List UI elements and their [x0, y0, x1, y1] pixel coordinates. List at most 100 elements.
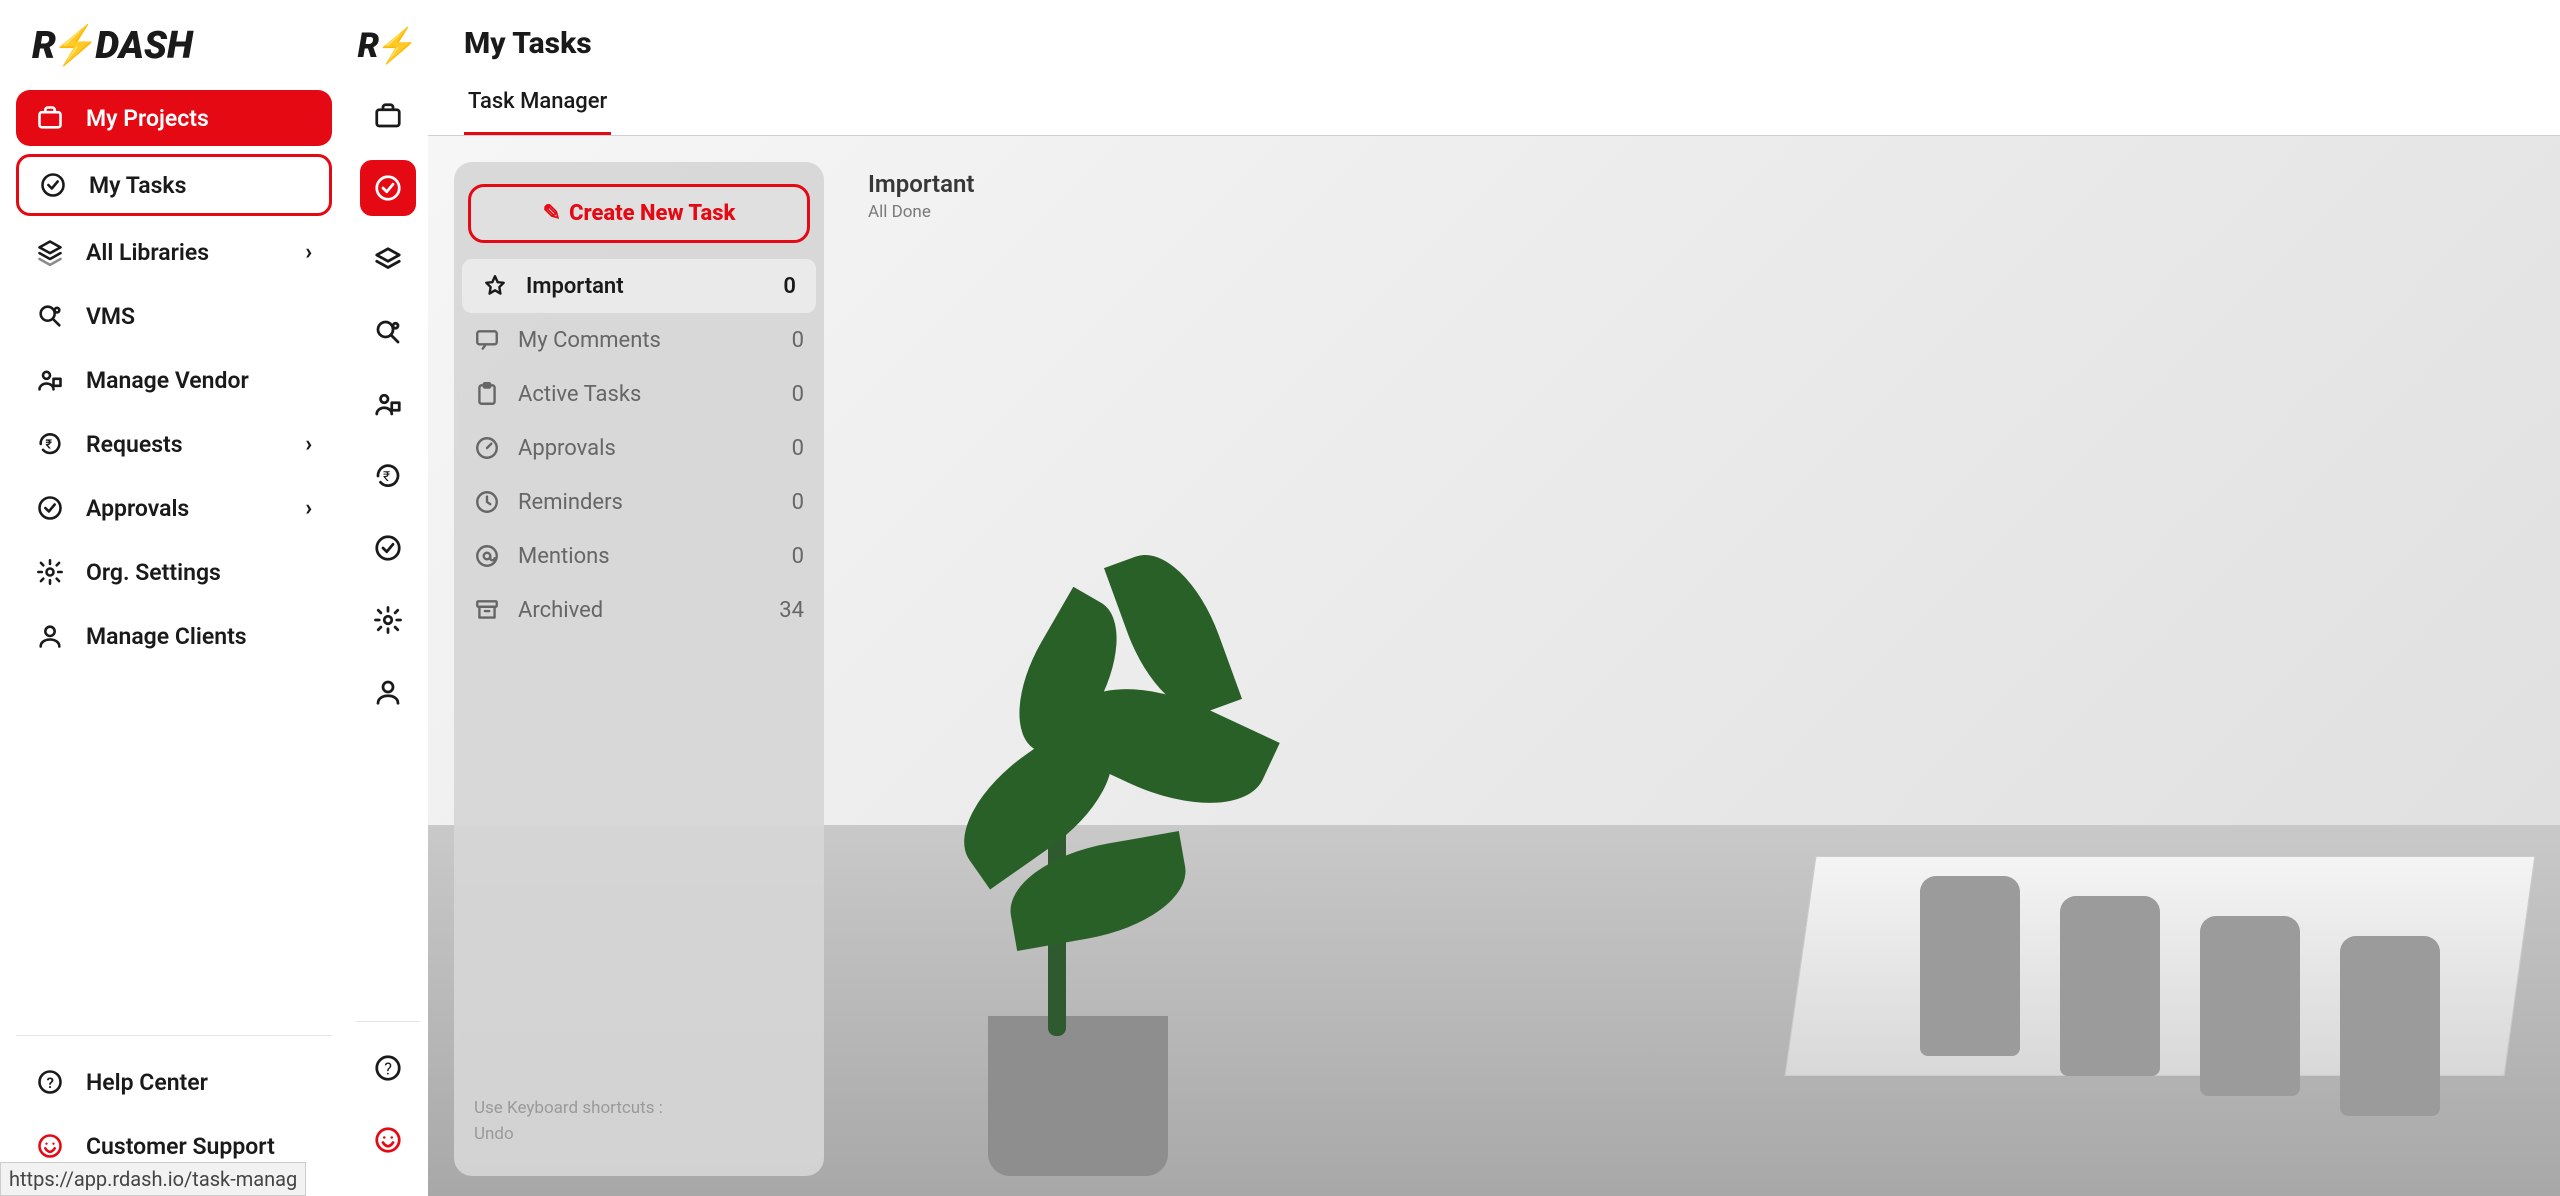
page-header: My Tasks	[428, 0, 2560, 71]
clipboard-icon	[474, 381, 500, 407]
layers-icon	[36, 238, 64, 266]
narrow-item-all-libraries[interactable]	[360, 232, 416, 288]
sidebar-item-org-settings[interactable]: Org. Settings	[16, 544, 332, 600]
support-icon	[36, 1132, 64, 1160]
vendor-icon	[36, 366, 64, 394]
category-count: 34	[779, 598, 804, 623]
nav-label: Requests	[86, 431, 183, 458]
gear-icon	[36, 558, 64, 586]
narrow-item-my-projects[interactable]	[360, 88, 416, 144]
nav-label: Help Center	[86, 1069, 208, 1096]
nav-label: Org. Settings	[86, 559, 221, 586]
category-count: 0	[792, 490, 804, 515]
sidebar-item-approvals[interactable]: Approvals ›	[16, 480, 332, 536]
page-title: My Tasks	[464, 26, 2524, 61]
important-title: Important	[868, 170, 1208, 198]
tab-task-manager[interactable]: Task Manager	[464, 71, 611, 135]
narrow-item-vms[interactable]	[360, 304, 416, 360]
category-my-comments[interactable]: My Comments 0	[454, 313, 824, 367]
category-count: 0	[792, 544, 804, 569]
sidebar-item-my-projects[interactable]: My Projects	[16, 90, 332, 146]
sidebar-item-all-libraries[interactable]: All Libraries ›	[16, 224, 332, 280]
comment-icon	[474, 327, 500, 353]
archive-icon	[474, 597, 500, 623]
svg-text:₹: ₹	[383, 469, 390, 485]
narrow-item-org-settings[interactable]	[360, 592, 416, 648]
nav-label: VMS	[86, 303, 135, 330]
sidebar-footer: ? Help Center Customer Support	[16, 1035, 332, 1182]
svg-text:?: ?	[47, 1074, 54, 1092]
sidebar-item-my-tasks[interactable]: My Tasks	[16, 154, 332, 216]
category-label: Archived	[518, 598, 603, 623]
category-active-tasks[interactable]: Active Tasks 0	[454, 367, 824, 421]
narrow-item-help-center[interactable]: ?	[360, 1040, 416, 1096]
chevron-right-icon: ›	[305, 432, 312, 457]
decorative-plant-pot	[988, 1016, 1168, 1176]
chevron-right-icon: ›	[305, 240, 312, 265]
category-approvals[interactable]: Approvals 0	[454, 421, 824, 475]
nav-label: Manage Clients	[86, 623, 247, 650]
narrow-item-manage-vendor[interactable]	[360, 376, 416, 432]
brand-logo: R ⚡ DASH	[32, 24, 324, 68]
sidebar-narrow: R ⚡ ₹ ?	[348, 0, 428, 1196]
at-icon	[474, 543, 500, 569]
create-new-task-button[interactable]: ✎ Create New Task	[468, 184, 810, 243]
category-count: 0	[792, 436, 804, 461]
decorative-chair	[2340, 936, 2440, 1116]
category-reminders[interactable]: Reminders 0	[454, 475, 824, 529]
sidebar-item-requests[interactable]: ₹ Requests ›	[16, 416, 332, 472]
narrow-item-customer-support[interactable]	[360, 1112, 416, 1168]
decorative-chair	[2060, 896, 2160, 1076]
nav-label: Customer Support	[86, 1133, 275, 1160]
create-label: Create New Task	[569, 201, 735, 226]
category-count: 0	[792, 382, 804, 407]
bolt-icon: ⚡	[52, 24, 99, 68]
nav-label: All Libraries	[86, 239, 209, 266]
svg-text:₹: ₹	[45, 438, 52, 453]
category-mentions[interactable]: Mentions 0	[454, 529, 824, 583]
star-icon	[482, 273, 508, 299]
narrow-item-approvals[interactable]	[360, 520, 416, 576]
briefcase-icon	[36, 104, 64, 132]
bolt-icon: ⚡	[376, 26, 418, 66]
hint-line: Use Keyboard shortcuts :	[474, 1098, 663, 1118]
category-label: Active Tasks	[518, 382, 641, 407]
search-settings-icon	[36, 302, 64, 330]
tabs-bar: Task Manager	[428, 71, 2560, 136]
chevron-right-icon: ›	[305, 496, 312, 521]
sidebar-item-manage-clients[interactable]: Manage Clients	[16, 608, 332, 664]
important-subtitle: All Done	[868, 202, 1208, 222]
canvas-area: ✎ Create New Task Important 0 My Comment…	[428, 136, 2560, 1196]
sidebar-item-manage-vendor[interactable]: Manage Vendor	[16, 352, 332, 408]
nav-label: Approvals	[86, 495, 189, 522]
sidebar-item-help-center[interactable]: ? Help Center	[16, 1054, 332, 1110]
narrow-item-manage-clients[interactable]	[360, 664, 416, 720]
hint-undo: Undo	[474, 1124, 804, 1144]
category-archived[interactable]: Archived 34	[454, 583, 824, 637]
decorative-chair	[2200, 916, 2300, 1096]
main-content: My Tasks Task Manager ✎ C	[428, 0, 2560, 1196]
category-label: Mentions	[518, 544, 610, 569]
narrow-item-my-tasks[interactable]	[360, 160, 416, 216]
browser-url-hint: https://app.rdash.io/task-manag	[0, 1162, 306, 1196]
nav-label: My Tasks	[89, 172, 186, 199]
category-label: Reminders	[518, 490, 623, 515]
rupee-cycle-icon: ₹	[36, 430, 64, 458]
narrow-item-requests[interactable]: ₹	[360, 448, 416, 504]
category-label: Approvals	[518, 436, 616, 461]
category-count: 0	[792, 328, 804, 353]
pencil-icon: ✎	[543, 201, 561, 226]
category-important[interactable]: Important 0	[462, 259, 816, 313]
check-circle-icon	[39, 171, 67, 199]
sidebar-item-vms[interactable]: VMS	[16, 288, 332, 344]
approval-icon	[36, 494, 64, 522]
category-label: My Comments	[518, 328, 661, 353]
important-panel: Important All Done	[848, 162, 1228, 230]
nav-list: My Projects My Tasks All Libraries › VMS…	[16, 90, 332, 1035]
clock-icon	[474, 489, 500, 515]
category-label: Important	[526, 274, 624, 299]
nav-label: Manage Vendor	[86, 367, 249, 394]
person-icon	[36, 622, 64, 650]
svg-text:?: ?	[384, 1059, 392, 1078]
gauge-icon	[474, 435, 500, 461]
